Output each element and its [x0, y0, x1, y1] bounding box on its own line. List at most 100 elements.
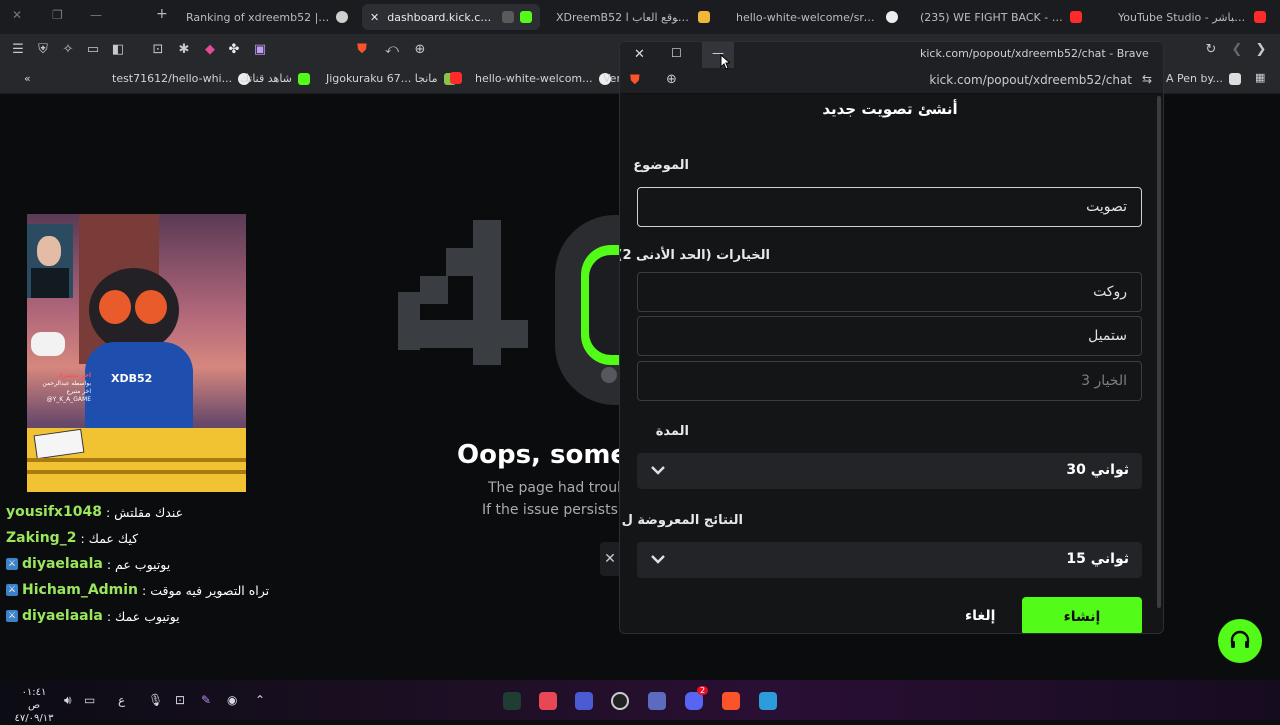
youtube-studio-icon: [1254, 11, 1266, 23]
x-social-icon[interactable]: ✕: [600, 542, 620, 576]
tab-youtube[interactable]: (235) WE FIGHT BACK - YouTube: [912, 4, 1090, 30]
wallet-icon[interactable]: ▭: [85, 42, 101, 58]
duration-label: المدة: [655, 424, 689, 439]
forward-icon[interactable]: ❮: [1229, 42, 1245, 58]
translate-icon[interactable]: ⇆: [1142, 72, 1152, 86]
popup-url[interactable]: kick.com/popout/xdreemb52/chat: [920, 73, 1132, 87]
desk: [27, 428, 246, 492]
close-window-icon[interactable]: ✕: [634, 47, 645, 62]
microphone-icon[interactable]: 🎙︎: [148, 693, 163, 707]
bookmarks-overflow-icon[interactable]: «: [24, 72, 31, 85]
chat-message: Zaking_2 : كيك عمك: [6, 530, 139, 546]
windows-start-icon[interactable]: [759, 692, 777, 710]
tab-youtube-studio[interactable]: YouTube Studio - البث المباشر: [1110, 4, 1274, 30]
option-3-input[interactable]: الخيار 3: [637, 361, 1142, 401]
bookmark-github-hello[interactable]: hello-white-welcom...: [475, 72, 611, 85]
bookmark-manga[interactable]: Jigokuraku 67... مانجا: [326, 72, 456, 85]
tray-pen-icon[interactable]: ✎: [201, 693, 211, 707]
discord-badge: 2: [697, 686, 709, 695]
rewards-icon[interactable]: ✧: [60, 42, 76, 58]
support-chat-button[interactable]: [1218, 619, 1262, 663]
sidebar-icon[interactable]: ◧: [110, 42, 126, 58]
chat-username[interactable]: diyaelaala: [22, 556, 103, 572]
tab-kick-dashboard[interactable]: ✕ dashboard.kick.com/stre: [362, 4, 540, 30]
duration-select[interactable]: 30 ثواني: [637, 453, 1142, 489]
site-icon: [698, 11, 710, 23]
brave-shields-icon[interactable]: ⛊: [630, 73, 640, 88]
apps-grid-icon[interactable]: ▦: [1255, 71, 1265, 84]
cancel-button[interactable]: إلغاء: [965, 608, 995, 624]
codepen-icon: [1228, 72, 1241, 85]
network-icon[interactable]: ▭: [84, 693, 95, 707]
poll-heading: أنشئ تصويت جديد: [822, 100, 958, 118]
menu-icon[interactable]: ☰: [10, 42, 26, 58]
zoom-icon[interactable]: ⊕: [666, 72, 677, 87]
zoom-icon[interactable]: ⊕: [412, 42, 428, 58]
extension-icon[interactable]: ✤: [226, 42, 242, 58]
screenshot-icon[interactable]: ⊡: [150, 42, 166, 58]
bookmark-codepen[interactable]: A Pen by...: [1166, 72, 1241, 85]
option-2-input[interactable]: ستميل: [637, 316, 1142, 356]
botrix-icon: [336, 11, 348, 23]
maximize-window-icon[interactable]: ☐: [671, 46, 682, 60]
bookmark-youtube[interactable]: [450, 72, 462, 84]
steam-icon[interactable]: ◉: [227, 693, 237, 707]
taskbar-vsdc-icon[interactable]: [575, 692, 593, 710]
back-icon[interactable]: ❯: [1253, 42, 1269, 58]
options-label: الخيارات (الحد الأدنى 2): [620, 248, 770, 263]
chat-username[interactable]: diyaelaala: [22, 608, 103, 624]
moderator-badge-icon: ⚔: [6, 584, 18, 596]
option-1-input[interactable]: روكت: [637, 272, 1142, 312]
share-icon[interactable]: ⤺: [384, 42, 400, 58]
stream-alerts-text: اخر مشترك بواسطه عبدالرحمن اخر متبرع @Y_…: [42, 372, 91, 403]
extension-pink-icon[interactable]: ◆: [202, 42, 218, 58]
tab-github[interactable]: hello-white-welcome/src/pages: [728, 4, 906, 30]
create-poll-button[interactable]: إنشاء: [1022, 597, 1142, 633]
shield-icon[interactable]: ⛨: [35, 42, 51, 58]
taskbar-brave-icon[interactable]: [722, 692, 740, 710]
bookmark-github-test[interactable]: test71612/hello-whi...: [112, 72, 251, 85]
language-indicator[interactable]: ع: [118, 693, 125, 707]
extension-purple-icon[interactable]: ▣: [252, 42, 268, 58]
tab-xdreemb52-games[interactable]: XDreemB52 العاب - موقع العاب ا...: [548, 4, 718, 30]
close-window-icon[interactable]: ✕: [12, 8, 22, 22]
results-duration-select[interactable]: 15 ثواني: [637, 542, 1142, 578]
popup-window-title: kick.com/popout/xdreemb52/chat - Brave: [920, 47, 1149, 60]
book-icon: [33, 428, 85, 460]
new-tab-icon[interactable]: +: [156, 6, 168, 22]
clock[interactable]: ٠١:٤١ ص ٤٧/٠٩/١٣: [14, 686, 54, 725]
bookmark-kick-channel[interactable]: شاهد قناتك: [240, 72, 310, 85]
error-line-1: The page had troubl: [488, 480, 620, 496]
chevron-down-icon: [651, 555, 665, 564]
chat-message: yousifx1048 : عندك مقلتش: [6, 504, 184, 520]
chat-username[interactable]: yousifx1048: [6, 504, 102, 520]
topic-input[interactable]: تصويت: [637, 187, 1142, 227]
chat-message: ⚔ diyaelaala : يوتيوب عم: [6, 556, 171, 572]
chat-username[interactable]: Hicham_Admin: [22, 582, 138, 598]
reload-icon[interactable]: ↻: [1203, 42, 1219, 58]
webcam-inset: [27, 224, 73, 298]
brave-shields-icon[interactable]: ⛊: [354, 42, 370, 58]
taskbar-app-icon[interactable]: [648, 692, 666, 710]
chat-message: ⚔ Hicham_Admin : تراه التصوير فيه موقت: [6, 582, 270, 598]
restore-window-icon[interactable]: ❐: [52, 8, 63, 22]
youtube-icon: [450, 72, 462, 84]
youtube-icon: [1070, 11, 1082, 23]
taskbar-app-monitor-icon[interactable]: [503, 692, 521, 710]
chat-username[interactable]: Zaking_2: [6, 530, 76, 546]
close-tab-icon[interactable]: ✕: [370, 11, 379, 24]
taskbar-photos-icon[interactable]: [539, 692, 557, 710]
tab-botrix[interactable]: Ranking of xdreemb52 | BotRix -: [178, 4, 356, 30]
taskbar-obs-icon[interactable]: [611, 692, 629, 710]
extensions-icon[interactable]: ✱: [176, 42, 192, 58]
poll-popup-window: ✕ ☐ — kick.com/popout/xdreemb52/chat - B…: [619, 41, 1164, 634]
tray-app-icon[interactable]: ⊡: [175, 693, 185, 707]
minimize-window-icon[interactable]: —: [90, 8, 102, 22]
stream-preview: XDB52 اخر مشترك بواسطه عبدالرحمن اخر متب…: [27, 214, 246, 492]
popup-scrollbar[interactable]: [1157, 96, 1161, 608]
chat-message: ⚔ diyaelaala : يوتيوب عمك: [6, 608, 180, 624]
volume-icon[interactable]: 🔊︎: [64, 693, 72, 708]
error-line-2: If the issue persists, p: [482, 502, 620, 518]
mascot-hoodie: XDB52: [85, 342, 193, 442]
tray-overflow-icon[interactable]: ⌃: [255, 693, 265, 707]
